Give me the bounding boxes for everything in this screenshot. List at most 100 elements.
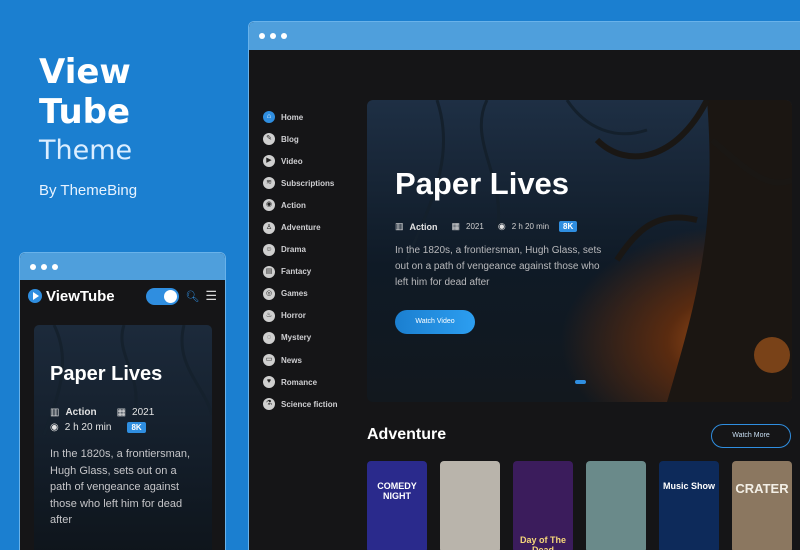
poster-vintage-car[interactable] — [586, 461, 646, 550]
sidebar-item-drama[interactable]: ☺ Drama — [263, 239, 337, 261]
sidebar-item-label: Romance — [281, 377, 318, 387]
sidebar-item-label: Drama — [281, 245, 306, 255]
film-icon: ▥ — [50, 407, 60, 418]
sidebar-item-fantacy[interactable]: ▤ Fantacy — [263, 261, 337, 283]
window-dot-icon — [281, 33, 287, 39]
poster-day-of-the-dead[interactable]: Day of The Dead — [513, 461, 573, 550]
poster-row: COMEDY NIGHT Day of The Dead Music Show CRA… — [367, 461, 792, 550]
sidebar-item-label: Mystery — [281, 333, 312, 343]
globe-icon: ◌ — [263, 331, 275, 344]
sidebar-item-label: Action — [281, 200, 306, 210]
window-titlebar — [20, 253, 225, 280]
heart-icon: ♥ — [263, 376, 275, 389]
hero-year: 2021 — [466, 222, 484, 231]
sidebar-item-action[interactable]: ◉ Action — [263, 194, 337, 216]
poster-title: Music Show — [662, 481, 715, 491]
watch-more-button[interactable]: Watch More — [711, 424, 791, 448]
window-dot-icon — [259, 33, 265, 39]
desktop-window: ⌂ Home ✎ Blog ▶ Video ≋ Subscriptions ◉ Action ♙ Ad… — [248, 21, 800, 550]
sidebar-item-romance[interactable]: ♥ Romance — [263, 371, 337, 393]
sidebar-item-label: Blog — [281, 134, 299, 144]
window-dot-icon — [41, 263, 47, 270]
window-dot-icon — [30, 263, 36, 270]
hero-duration: 2 h 20 min — [511, 222, 550, 231]
blog-icon: ✎ — [263, 133, 275, 146]
film-icon: ▤ — [263, 265, 275, 278]
drama-icon: ☺ — [263, 243, 275, 256]
sidebar-item-science-fiction[interactable]: ⚗ Science fiction — [263, 393, 337, 415]
flame-icon: ♨ — [263, 309, 275, 322]
mobile-window: ViewTube 🔍︎ ☰ Paper Lives ▥ Action ▦ 202… — [19, 252, 226, 550]
sidebar-item-mystery[interactable]: ◌ Mystery — [263, 327, 337, 349]
mobile-header: ViewTube 🔍︎ ☰ — [20, 280, 225, 312]
theme-toggle[interactable] — [146, 287, 180, 305]
window-dot-icon — [52, 263, 58, 270]
hero-description: In the 1820s, a frontiersman, Hugh Glass… — [395, 245, 602, 288]
brand-title-line1: View — [39, 52, 131, 92]
calendar-icon: ▦ — [451, 221, 461, 231]
carousel-indicator[interactable] — [575, 380, 586, 384]
poster-crater[interactable]: CRATER — [732, 461, 792, 550]
sidebar-item-label: Subscriptions — [281, 178, 335, 188]
watch-video-button[interactable]: Watch Video — [395, 310, 475, 334]
hero-title: Paper Lives — [395, 166, 570, 201]
play-circle-icon: ◉ — [50, 422, 59, 433]
flask-icon: ⚗ — [263, 398, 275, 411]
poster-music-show[interactable]: Music Show — [659, 461, 719, 550]
video-icon: ▶ — [263, 155, 275, 168]
mobile-hero-genre: Action — [65, 407, 97, 418]
sidebar-item-label: Horror — [281, 311, 306, 321]
sidebar-item-label: Fantacy — [281, 267, 312, 277]
sidebar-item-blog[interactable]: ✎ Blog — [263, 128, 337, 150]
sidebar-item-games[interactable]: ◎ Games — [263, 283, 337, 305]
poster-title: CRATER — [735, 481, 789, 496]
hero-meta: ▥ Action ▦ 2021 ◉ 2 h 20 min 8K — [395, 221, 578, 232]
sidebar-item-news[interactable]: ▭ News — [263, 349, 337, 371]
sidebar-item-label: News — [281, 355, 302, 365]
news-icon: ▭ — [263, 354, 275, 367]
home-icon: ⌂ — [263, 111, 275, 124]
mobile-hero-description: In the 1820s, a frontiersman, Hugh Glass… — [50, 448, 191, 526]
hero-banner: Paper Lives ▥ Action ▦ 2021 ◉ 2 h 20 min… — [367, 100, 792, 402]
film-icon: ▥ — [395, 221, 404, 231]
sidebar-item-label: Home — [281, 112, 304, 122]
sidebar-item-label: Video — [281, 156, 303, 166]
window-dot-icon — [270, 33, 276, 39]
sidebar-item-label: Adventure — [281, 223, 321, 233]
search-icon[interactable]: 🔍︎ — [185, 290, 199, 303]
play-circle-icon: ◉ — [497, 221, 506, 231]
mobile-hero-year: 2021 — [132, 407, 155, 418]
branding: View Tube Theme By ThemeBing — [39, 52, 137, 199]
brand-title-line2: Tube — [39, 92, 131, 132]
mobile-hero-duration: 2 h 20 min — [64, 422, 112, 433]
sidebar-item-home[interactable]: ⌂ Home — [263, 106, 337, 128]
poster-astronaut[interactable] — [440, 461, 500, 550]
person-icon: ♙ — [263, 221, 275, 234]
section-title: Adventure — [367, 426, 447, 443]
gamepad-icon: ◎ — [263, 287, 275, 300]
poster-title: Day of The Dead — [519, 535, 566, 550]
mobile-hero-title: Paper Lives — [50, 363, 163, 385]
sidebar-item-adventure[interactable]: ♙ Adventure — [263, 216, 337, 238]
sidebar-item-subscriptions[interactable]: ≋ Subscriptions — [263, 172, 337, 194]
mobile-hero: Paper Lives ▥ Action ▦ 2021 ◉ 2 h 20 min… — [34, 325, 212, 550]
calendar-icon: ▦ — [116, 407, 127, 418]
mobile-logo[interactable]: ViewTube — [46, 288, 115, 305]
sidebar-item-label: Science fiction — [281, 399, 338, 409]
rss-icon: ≋ — [263, 177, 275, 190]
hero-genre: Action — [409, 221, 438, 232]
mobile-hero-meta-row1: ▥ Action ▦ 2021 — [50, 407, 154, 418]
sidebar-item-horror[interactable]: ♨ Horror — [263, 305, 337, 327]
sidebar-item-video[interactable]: ▶ Video — [263, 150, 337, 172]
sidebar-item-label: Games — [281, 289, 308, 299]
brand-subtitle: Theme — [39, 135, 133, 166]
window-titlebar — [249, 22, 800, 50]
poster-comedy-night[interactable]: COMEDY NIGHT — [367, 461, 427, 550]
camera-icon: ◉ — [263, 199, 275, 212]
sidebar-nav: ⌂ Home ✎ Blog ▶ Video ≋ Subscriptions ◉ Action ♙ Ad… — [263, 106, 337, 415]
play-logo-icon[interactable] — [28, 289, 42, 303]
poster-title: COMEDY NIGHT — [377, 481, 417, 501]
quality-badge: 8K — [127, 422, 146, 433]
hamburger-menu-icon[interactable]: ☰ — [205, 288, 217, 304]
brand-byline: By ThemeBing — [39, 182, 138, 199]
